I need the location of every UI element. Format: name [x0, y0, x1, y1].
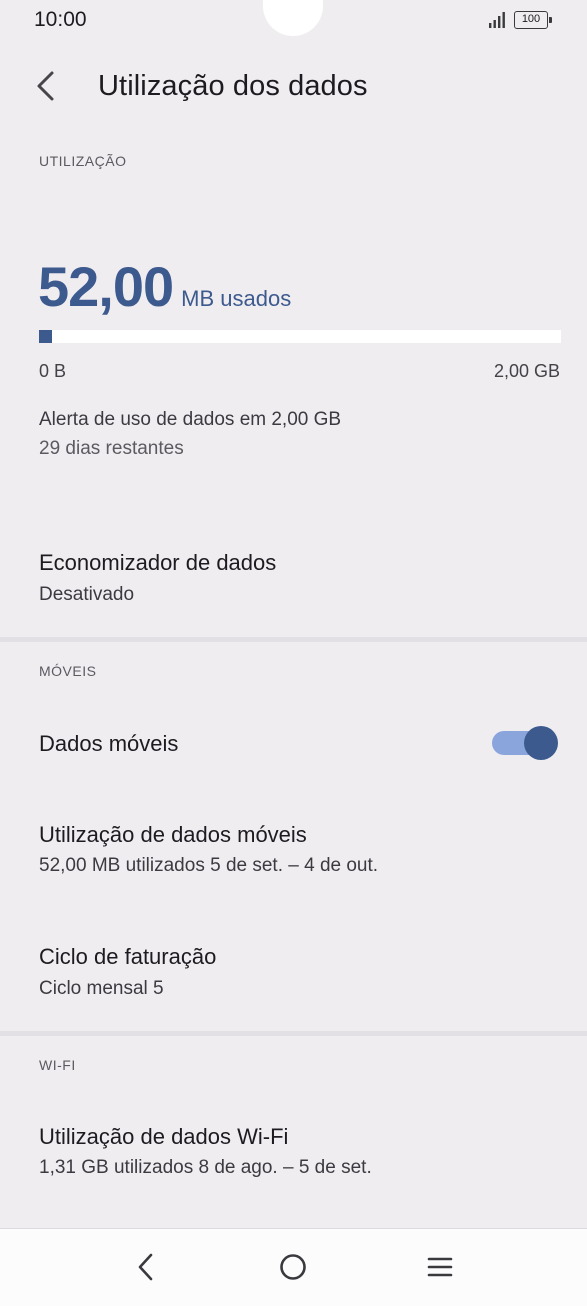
- recents-menu-icon: [427, 1257, 453, 1277]
- page-title: Utilização dos dados: [98, 70, 368, 102]
- data-saver-row[interactable]: Economizador de dados Desativado: [0, 536, 587, 620]
- mobile-data-usage-title: Utilização de dados móveis: [39, 822, 307, 847]
- usage-unit: MB usados: [181, 286, 292, 311]
- range-min-label: 0 B: [39, 361, 67, 381]
- section-label-usage: UTILIZAÇÃO: [39, 153, 127, 169]
- battery-icon: 100: [514, 11, 552, 29]
- status-bar: 10:00 100: [0, 0, 587, 44]
- chevron-left-icon: [37, 71, 54, 101]
- data-alert-text: Alerta de uso de dados em 2,00 GB: [39, 409, 342, 430]
- mobile-data-title: Dados móveis: [39, 731, 179, 756]
- section-divider: [0, 1031, 587, 1036]
- mobile-data-usage-row[interactable]: Utilização de dados móveis 52,00 MB util…: [0, 808, 587, 892]
- section-divider: [0, 637, 587, 642]
- billing-cycle-title: Ciclo de faturação: [39, 944, 217, 969]
- battery-level: 100: [521, 13, 541, 25]
- usage-amount: 52,00: [38, 255, 174, 318]
- usage-summary: 52,00 MB usados: [38, 254, 291, 319]
- wifi-data-usage-row[interactable]: Utilização de dados Wi-Fi 1,31 GB utiliz…: [0, 1110, 587, 1194]
- billing-cycle-value: Ciclo mensal 5: [39, 978, 164, 999]
- nav-home-button[interactable]: [265, 1241, 321, 1293]
- nav-recents-button[interactable]: [412, 1241, 468, 1293]
- days-remaining-text: 29 dias restantes: [39, 438, 184, 459]
- camera-notch: [263, 0, 323, 36]
- data-alert-row[interactable]: Alerta de uso de dados em 2,00 GB 29 dia…: [0, 395, 587, 475]
- home-nav-icon: [280, 1254, 306, 1280]
- system-nav-bar: [0, 1228, 587, 1306]
- nav-back-button[interactable]: [118, 1241, 174, 1293]
- app-header: Utilização dos dados: [0, 56, 587, 116]
- mobile-data-toggle[interactable]: [492, 726, 558, 760]
- back-button[interactable]: [22, 62, 70, 110]
- wifi-data-usage-summary: 1,31 GB utilizados 8 de ago. – 5 de set.: [39, 1157, 372, 1178]
- usage-progress-fill: [39, 330, 52, 343]
- section-label-mobile: MÓVEIS: [39, 663, 97, 679]
- data-saver-status: Desativado: [39, 584, 135, 605]
- billing-cycle-row[interactable]: Ciclo de faturação Ciclo mensal 5: [0, 930, 587, 1014]
- wifi-data-usage-title: Utilização de dados Wi-Fi: [39, 1124, 289, 1149]
- back-nav-icon: [138, 1253, 153, 1281]
- mobile-data-usage-summary: 52,00 MB utilizados 5 de set. – 4 de out…: [39, 855, 379, 876]
- signal-icon: [489, 12, 505, 28]
- data-saver-title: Economizador de dados: [39, 550, 277, 575]
- usage-progress-bar: [39, 330, 561, 343]
- toggle-thumb: [524, 726, 558, 760]
- section-label-wifi: WI-FI: [39, 1057, 76, 1073]
- status-time: 10:00: [34, 8, 87, 31]
- range-max-label: 2,00 GB: [493, 361, 560, 381]
